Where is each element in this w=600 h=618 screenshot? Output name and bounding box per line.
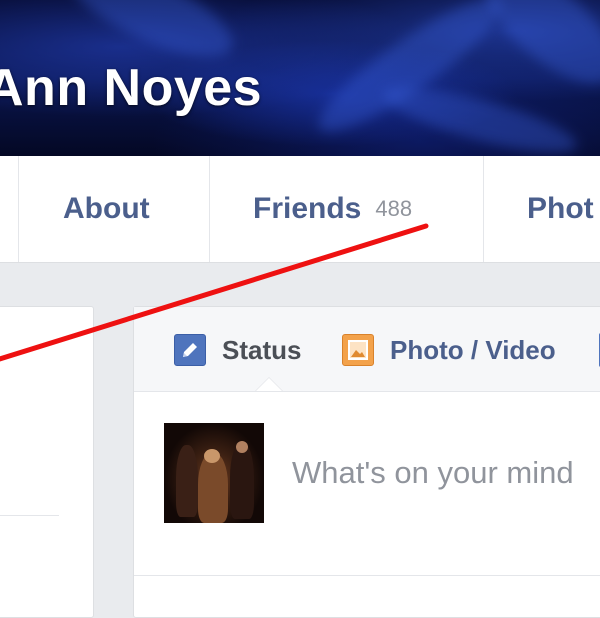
composer-tab-status-label: Status bbox=[222, 334, 302, 365]
composer-divider bbox=[134, 575, 600, 576]
composer-tab-photo-video[interactable]: Photo / Video bbox=[342, 333, 556, 367]
status-input[interactable] bbox=[292, 453, 600, 493]
composer-tab-bar: Status Photo / Video bbox=[134, 307, 600, 392]
intro-panel bbox=[0, 306, 94, 618]
avatar[interactable] bbox=[164, 423, 264, 523]
tab-friends-label: Friends bbox=[253, 192, 362, 225]
cover-texture bbox=[378, 74, 582, 156]
photo-icon bbox=[342, 334, 374, 366]
friends-count: 488 bbox=[375, 196, 413, 221]
tab-about-label: About bbox=[63, 192, 150, 225]
tab-friends[interactable]: Friends 488 bbox=[253, 156, 412, 262]
tab-photos[interactable]: Phot bbox=[527, 156, 594, 262]
composer-tab-photo-video-label: Photo / Video bbox=[390, 334, 556, 365]
profile-tab-bar: About Friends 488 Phot bbox=[0, 156, 600, 263]
cover-photo[interactable]: Ann Noyes bbox=[0, 0, 600, 156]
avatar-figure bbox=[198, 453, 228, 523]
post-composer: Status Photo / Video bbox=[133, 306, 600, 618]
avatar-figure bbox=[204, 449, 220, 463]
composer-tab-status[interactable]: Status bbox=[174, 333, 301, 367]
tab-divider bbox=[483, 156, 484, 262]
profile-name[interactable]: Ann Noyes bbox=[0, 58, 262, 118]
avatar-figure bbox=[230, 443, 254, 519]
avatar-figure bbox=[176, 445, 198, 517]
pencil-icon bbox=[174, 334, 206, 366]
active-tab-caret bbox=[256, 378, 282, 391]
tab-about[interactable]: About bbox=[63, 156, 150, 262]
tab-divider bbox=[209, 156, 210, 262]
tab-photos-label: Phot bbox=[527, 192, 594, 225]
tab-divider bbox=[18, 156, 19, 262]
avatar-figure bbox=[236, 441, 248, 453]
panel-divider bbox=[0, 515, 59, 516]
